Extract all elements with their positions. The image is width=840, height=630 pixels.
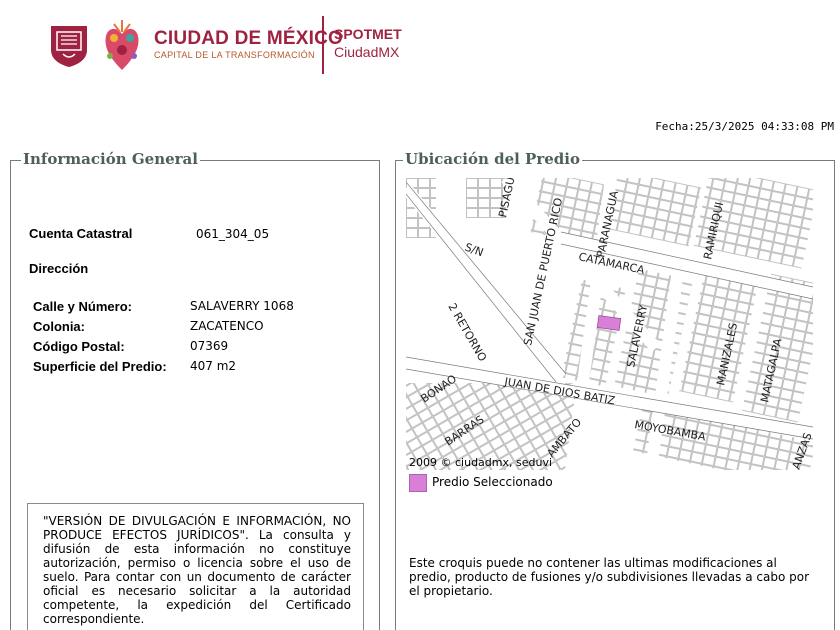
legend-label: Predio Seleccionado xyxy=(432,475,553,489)
map-canvas: PISAGUA SAN JUAN DE PUERTO RICO PARANAGU… xyxy=(406,178,813,470)
header-divider xyxy=(322,16,324,74)
heart-logo xyxy=(105,20,139,70)
legend-swatch-icon xyxy=(409,474,427,492)
superficie-value: 407 m2 xyxy=(190,359,237,373)
cuenta-value: 061_304_05 xyxy=(196,227,270,241)
map-note: Este croquis puede no contener las ultim… xyxy=(409,556,810,598)
page-header: CIUDAD DE MÉXICO CAPITAL DE LA TRANSFORM… xyxy=(0,0,840,90)
map-credit: 2009 © ciudadmx, seduvi xyxy=(409,456,552,469)
calle-label: Calle y Número: xyxy=(33,299,132,314)
superficie-label: Superficie del Predio: xyxy=(33,359,167,374)
parcel-map[interactable]: PISAGUA SAN JUAN DE PUERTO RICO PARANAGU… xyxy=(406,178,813,470)
cp-label: Código Postal: xyxy=(33,339,125,354)
app-subtitle: CiudadMX xyxy=(334,44,400,60)
location-panel-title: Ubicación del Predio xyxy=(403,150,582,168)
timestamp: Fecha:25/3/2025 04:33:08 PM xyxy=(655,120,834,133)
cdmx-shield-logo xyxy=(51,26,87,67)
direccion-label: Dirección xyxy=(29,261,89,276)
info-panel-title: Información General xyxy=(21,150,200,168)
city-title: CIUDAD DE MÉXICO xyxy=(154,28,343,49)
legal-disclaimer: "VERSIÓN DE DIVULGACIÓN E INFORMACIÓN, N… xyxy=(27,503,364,630)
cp-value: 07369 xyxy=(190,339,229,353)
city-subtitle: CAPITAL DE LA TRANSFORMACIÓN xyxy=(154,50,315,60)
app-name: SPOTMET xyxy=(334,26,402,42)
colonia-label: Colonia: xyxy=(33,319,85,334)
colonia-value: ZACATENCO xyxy=(190,319,264,333)
selected-parcel[interactable] xyxy=(596,315,622,331)
cuenta-label: Cuenta Catastral xyxy=(29,226,133,241)
calle-value: SALAVERRY 1068 xyxy=(190,299,294,313)
